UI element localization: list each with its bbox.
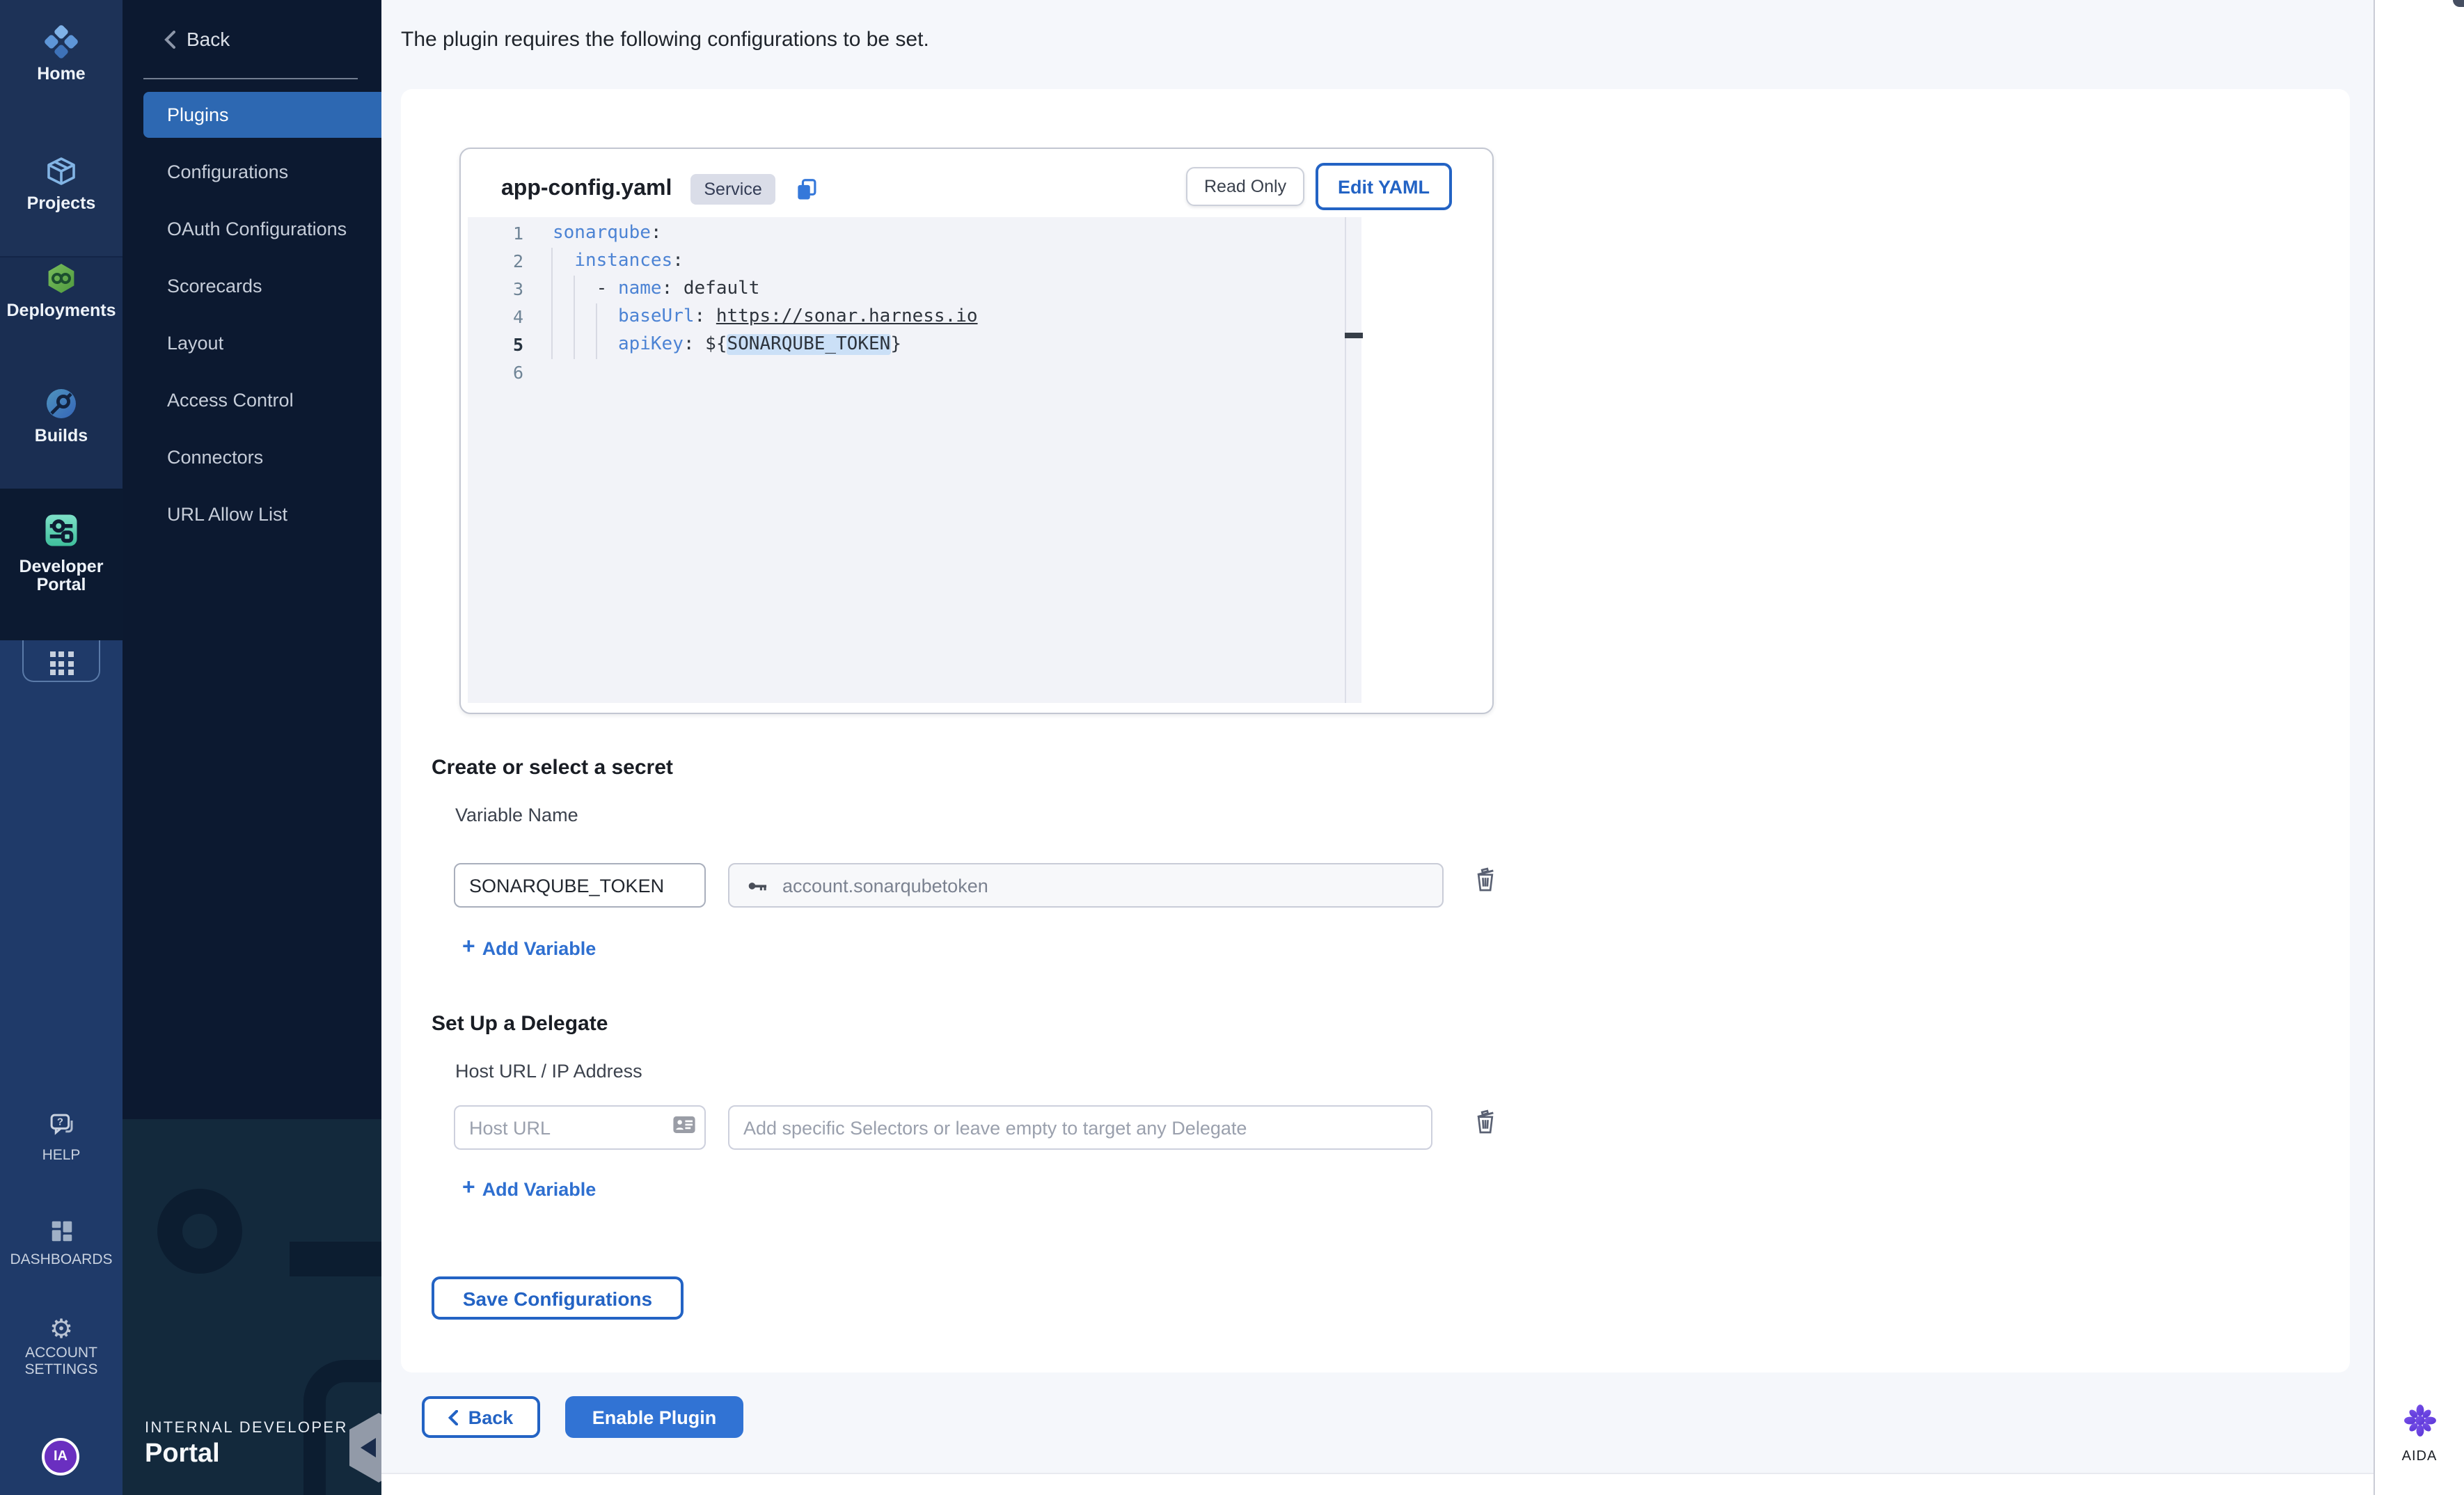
yaml-url-value: https://sonar.harness.io: [716, 306, 978, 327]
sidebar-item-help[interactable]: ? HELP: [0, 1111, 123, 1164]
secret-reference-value: account.sonarqubetoken: [782, 875, 988, 896]
code-line: 3 - name: default: [468, 276, 1345, 303]
aida-label: AIDA: [2375, 1449, 2464, 1464]
developer-portal-icon: [40, 509, 82, 558]
copy-icon[interactable]: [794, 176, 821, 203]
sidebar-item-home[interactable]: Home: [0, 25, 123, 84]
main-content: The plugin requires the following config…: [381, 0, 2374, 1495]
aida-assistant-button[interactable]: AIDA: [2375, 1403, 2464, 1464]
sidebar-item-label: Deployments: [0, 302, 123, 320]
sidebar-item-label: Builds: [0, 427, 123, 445]
key-icon: [746, 873, 770, 897]
back-nav-link[interactable]: Back: [164, 19, 230, 58]
sidebar-item-layout[interactable]: Layout: [143, 320, 381, 366]
delegate-hexagon-icon: [344, 1410, 381, 1485]
delegate-section-heading: Set Up a Delegate: [432, 1012, 608, 1036]
plus-icon: +: [462, 1176, 475, 1201]
host-url-label: Host URL / IP Address: [455, 1061, 642, 1082]
secret-section-heading: Create or select a secret: [432, 756, 673, 780]
user-avatar[interactable]: IA: [42, 1438, 79, 1476]
host-url-input[interactable]: [454, 1105, 706, 1150]
host-url-field-icon: [672, 1115, 696, 1141]
sidebar-item-label: HELP: [0, 1147, 123, 1164]
code-line: 2 instances:: [468, 248, 1345, 276]
yaml-card-header: app-config.yaml Service: [501, 168, 821, 210]
sidebar-item-label: Projects: [0, 195, 123, 213]
sidebar-item-oauth-configurations[interactable]: OAuth Configurations: [143, 206, 381, 252]
nav-list: Plugins Configurations OAuth Configurati…: [143, 92, 381, 537]
sidebar-item-scorecards[interactable]: Scorecards: [143, 263, 381, 309]
code-line: 5 apiKey: ${SONARQUBE_TOKEN}: [468, 331, 1345, 359]
divider: [143, 78, 358, 79]
deployments-icon: [45, 262, 78, 302]
sidebar-item-deployments[interactable]: Deployments: [0, 262, 123, 320]
sidebar-item-url-allow-list[interactable]: URL Allow List: [143, 491, 381, 537]
module-switcher-button[interactable]: [22, 640, 100, 682]
service-badge: Service: [690, 174, 775, 205]
help-icon: ?: [47, 1111, 76, 1147]
secret-select-field[interactable]: account.sonarqubetoken: [728, 863, 1444, 908]
chevron-left-icon: [164, 30, 175, 48]
back-button[interactable]: Back: [422, 1396, 540, 1438]
sidebar-item-projects[interactable]: Projects: [0, 155, 123, 213]
sidebar-item-label: DeveloperPortal: [0, 558, 123, 594]
add-variable-button[interactable]: + Add Variable: [462, 935, 596, 960]
sidebar-item-label: DASHBOARDS: [0, 1251, 123, 1268]
sidebar-item-access-control[interactable]: Access Control: [143, 377, 381, 423]
aida-icon: [2402, 1403, 2437, 1438]
enable-plugin-button[interactable]: Enable Plugin: [565, 1396, 743, 1438]
builds-icon: [45, 387, 78, 427]
dashboards-icon: [48, 1218, 74, 1251]
brand: INTERNAL DEVELOPER Portal: [145, 1420, 348, 1470]
add-delegate-variable-button[interactable]: + Add Variable: [462, 1176, 596, 1201]
page-note: The plugin requires the following config…: [401, 28, 929, 52]
delete-delegate-row-button[interactable]: [1474, 1108, 1496, 1141]
variable-name-input[interactable]: [454, 863, 706, 908]
configuration-panel: app-config.yaml Service Read Only Edit Y…: [401, 89, 2350, 1373]
read-only-button[interactable]: Read Only: [1186, 167, 1304, 206]
app-window: Home Projects Deploymen: [0, 0, 2464, 1495]
sidebar-item-account-settings[interactable]: ⚙ ACCOUNTSETTINGS: [0, 1317, 123, 1378]
grid-icon: [49, 651, 73, 675]
sidebar-item-configurations[interactable]: Configurations: [143, 149, 381, 195]
home-icon: [45, 25, 78, 65]
sidebar-item-label: ACCOUNTSETTINGS: [0, 1345, 123, 1378]
edit-yaml-button[interactable]: Edit YAML: [1316, 163, 1452, 210]
yaml-editor[interactable]: 1sonarqube: 2 instances: 3 - name: defau…: [468, 217, 1361, 703]
brand-line2: Portal: [145, 1439, 348, 1470]
editor-scrollbar-track: [1345, 217, 1346, 703]
plus-icon: +: [462, 935, 475, 960]
sidebar-item-developer-portal[interactable]: DeveloperPortal: [0, 509, 123, 594]
yaml-card: app-config.yaml Service Read Only Edit Y…: [459, 148, 1494, 714]
projects-icon: [45, 155, 78, 195]
variable-name-label: Variable Name: [455, 805, 578, 825]
module-rail: Home Projects Deploymen: [0, 0, 123, 1495]
chevron-left-icon: [449, 1409, 459, 1425]
yaml-filename: app-config.yaml: [501, 177, 672, 202]
editor-scrollbar-marker[interactable]: [1345, 333, 1363, 338]
sidebar-item-plugins[interactable]: Plugins: [143, 92, 381, 138]
right-gutter: AIDA: [2374, 0, 2464, 1495]
code-area: 1sonarqube: 2 instances: 3 - name: defau…: [468, 220, 1345, 387]
gear-icon: ⚙: [49, 1315, 73, 1345]
bottom-strip: [381, 1473, 2374, 1495]
code-line: 6: [468, 359, 1345, 387]
sidebar-item-builds[interactable]: Builds: [0, 387, 123, 445]
sidebar-item-label: Home: [0, 65, 123, 84]
decor-ring: [157, 1189, 242, 1274]
plugin-settings-sidenav: Back Plugins Configurations OAuth Config…: [123, 0, 381, 1495]
sidebar-item-dashboards[interactable]: DASHBOARDS: [0, 1218, 123, 1268]
code-line: 1sonarqube:: [468, 220, 1345, 248]
yaml-token-highlight: SONARQUBE_TOKEN: [727, 334, 891, 355]
sidebar-item-connectors[interactable]: Connectors: [143, 434, 381, 480]
delegate-selector-input[interactable]: [728, 1105, 1432, 1150]
back-label: Back: [187, 28, 230, 50]
decor-bar: [290, 1242, 381, 1276]
svg-text:?: ?: [56, 1116, 63, 1128]
delete-variable-button[interactable]: [1474, 866, 1496, 899]
save-configurations-button[interactable]: Save Configurations: [432, 1276, 684, 1320]
code-line: 4 baseUrl: https://sonar.harness.io: [468, 303, 1345, 331]
brand-line1: INTERNAL DEVELOPER: [145, 1420, 348, 1437]
sidenav-decoration: INTERNAL DEVELOPER Portal: [123, 1119, 381, 1495]
